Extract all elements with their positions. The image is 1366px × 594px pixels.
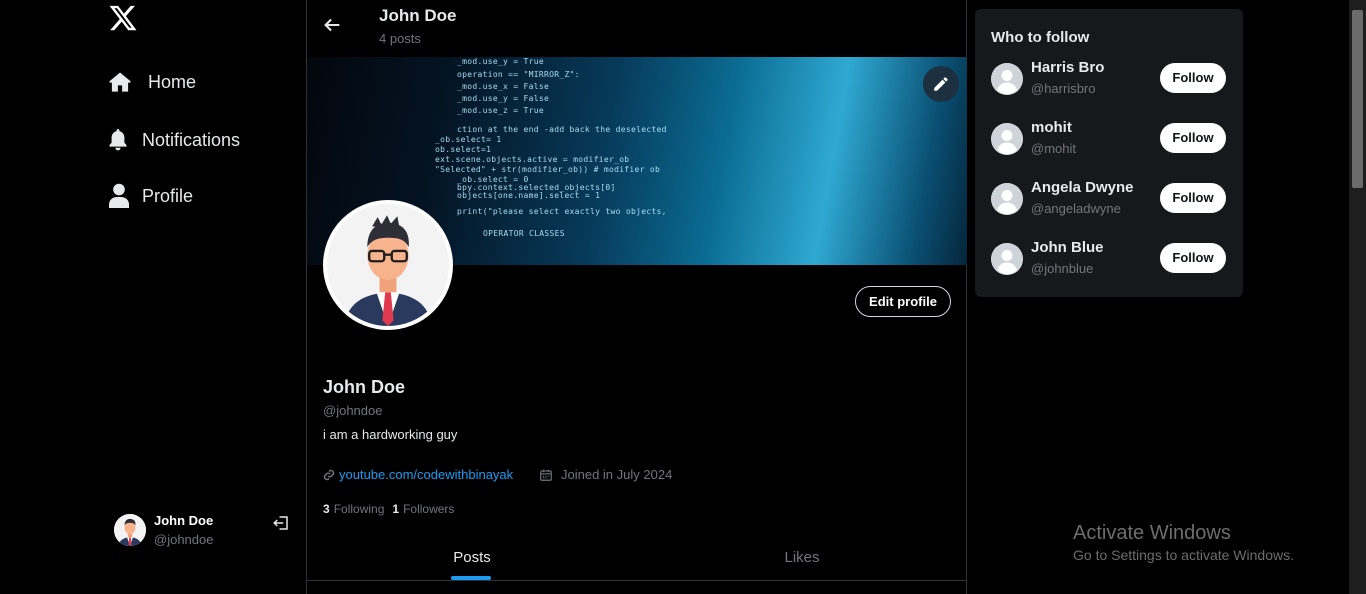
watermark-subtitle: Go to Settings to activate Windows.: [1073, 547, 1294, 563]
default-avatar-icon: [991, 183, 1023, 215]
suggestion-handle: @johnblue: [1031, 261, 1094, 276]
suggestion-handle: @angeladwyne: [1031, 201, 1121, 216]
cover-code-line: ob.select=1: [435, 145, 492, 154]
account-handle: @johndoe: [154, 531, 214, 547]
cover-code-line: "Selected" + str(modifier_ob)) # modifie…: [435, 165, 661, 174]
default-avatar-icon: [991, 63, 1023, 95]
profile-joined: Joined in July 2024: [539, 467, 672, 482]
account-name: John Doe: [154, 512, 214, 528]
profile-joined-text: Joined in July 2024: [561, 467, 673, 482]
following-label: Following: [333, 502, 385, 516]
suggestion-name: Angela Dwyne: [1031, 179, 1134, 196]
home-icon: [109, 72, 131, 92]
nav-notifications-label: Notifications: [142, 129, 241, 150]
pencil-icon: [934, 77, 948, 91]
edit-cover-button[interactable]: [923, 66, 959, 102]
account-avatar: [114, 514, 146, 546]
nav-home-label: Home: [148, 71, 197, 92]
default-avatar-icon: [991, 243, 1023, 275]
following-count: 3: [323, 502, 330, 516]
suggestion-handle: @harrisbro: [1031, 81, 1096, 96]
profile-bio: i am a hardworking guy: [323, 427, 458, 442]
cover-code-line: _mod.use_y = True: [457, 57, 544, 66]
nav-profile-label: Profile: [142, 185, 194, 206]
follow-button[interactable]: Follow: [1160, 183, 1226, 213]
page-scrollbar[interactable]: [1349, 0, 1366, 594]
cover-code-line: ext.scene.objects.active = modifier_ob: [435, 155, 630, 164]
link-icon: [323, 469, 335, 480]
scrollbar-thumb[interactable]: [1352, 10, 1363, 188]
watermark-title: Activate Windows: [1073, 522, 1231, 544]
suggestion-name: Harris Bro: [1031, 59, 1105, 76]
default-avatar-icon: [991, 123, 1023, 155]
profile-name: John Doe: [323, 377, 406, 397]
suggestion-row[interactable]: Harris Bro @harrisbro Follow: [991, 59, 1227, 99]
suggestion-row[interactable]: John Blue @johnblue Follow: [991, 239, 1227, 279]
left-sidebar: Home Notifications Profile John Doe @joh…: [0, 0, 306, 594]
windows-activation-watermark: Activate Windows Go to Settings to activ…: [1073, 522, 1294, 563]
suggestion-name: John Blue: [1031, 239, 1104, 256]
profile-link[interactable]: youtube.com/codewithbinayak: [323, 467, 513, 482]
user-icon: [109, 183, 129, 208]
edit-profile-button[interactable]: Edit profile: [855, 286, 951, 317]
suggestion-name: mohit: [1031, 119, 1072, 136]
cover-code-line: OPERATOR CLASSES: [483, 229, 565, 238]
who-to-follow-title: Who to follow: [991, 29, 1090, 46]
account-switcher[interactable]: John Doe @johndoe: [114, 510, 294, 550]
profile-avatar[interactable]: [323, 200, 453, 330]
profile-stats: 3 Following 1 Followers: [323, 502, 454, 516]
header-title: John Doe: [379, 6, 457, 25]
x-logo-icon[interactable]: [108, 3, 138, 33]
follow-button[interactable]: Follow: [1160, 63, 1226, 93]
cover-code-line: _mod.use_x = False: [457, 82, 550, 91]
cover-code-line: _mod.use_y = False: [457, 94, 550, 103]
nav-profile[interactable]: Profile: [108, 176, 193, 216]
nav-notifications[interactable]: Notifications: [108, 120, 240, 160]
who-to-follow-panel: Who to follow Harris Bro @harrisbro Foll…: [975, 9, 1243, 297]
suggestion-handle: @mohit: [1031, 141, 1076, 156]
cover-code-line: operation == "MIRROR_Z":: [457, 70, 580, 79]
follow-button[interactable]: Follow: [1160, 123, 1226, 153]
suggestion-row[interactable]: Angela Dwyne @angeladwyne Follow: [991, 179, 1227, 219]
tab-posts[interactable]: Posts: [307, 538, 637, 580]
followers-stat[interactable]: 1 Followers: [392, 502, 454, 516]
header-post-count: 4 posts: [379, 31, 421, 46]
profile-column: John Doe 4 posts _mod.use_y = True opera…: [306, 0, 967, 594]
cover-code-line: print("please select exactly two objects…: [457, 207, 667, 216]
profile-link-text[interactable]: youtube.com/codewithbinayak: [339, 467, 513, 482]
following-stat[interactable]: 3 Following: [323, 502, 384, 516]
followers-label: Followers: [403, 502, 455, 516]
cover-code-line: _mod.use_z = True: [457, 106, 544, 115]
profile-handle: @johndoe: [323, 403, 383, 418]
logout-icon[interactable]: [272, 514, 290, 532]
nav-home[interactable]: Home: [108, 62, 196, 102]
follow-button[interactable]: Follow: [1160, 243, 1226, 273]
cover-code-line: objects[one.name].select = 1: [457, 191, 601, 200]
cover-code-line: ction at the end -add back the deselecte…: [457, 125, 667, 134]
cover-code-line: _ob.select= 1: [435, 135, 502, 144]
suggestion-row[interactable]: mohit @mohit Follow: [991, 119, 1227, 159]
tab-likes[interactable]: Likes: [637, 538, 967, 580]
calendar-icon: [540, 469, 552, 481]
followers-count: 1: [392, 502, 400, 516]
bell-icon: [109, 129, 127, 151]
profile-tabs: Posts Likes: [307, 538, 967, 581]
back-arrow-icon[interactable]: [321, 14, 343, 36]
